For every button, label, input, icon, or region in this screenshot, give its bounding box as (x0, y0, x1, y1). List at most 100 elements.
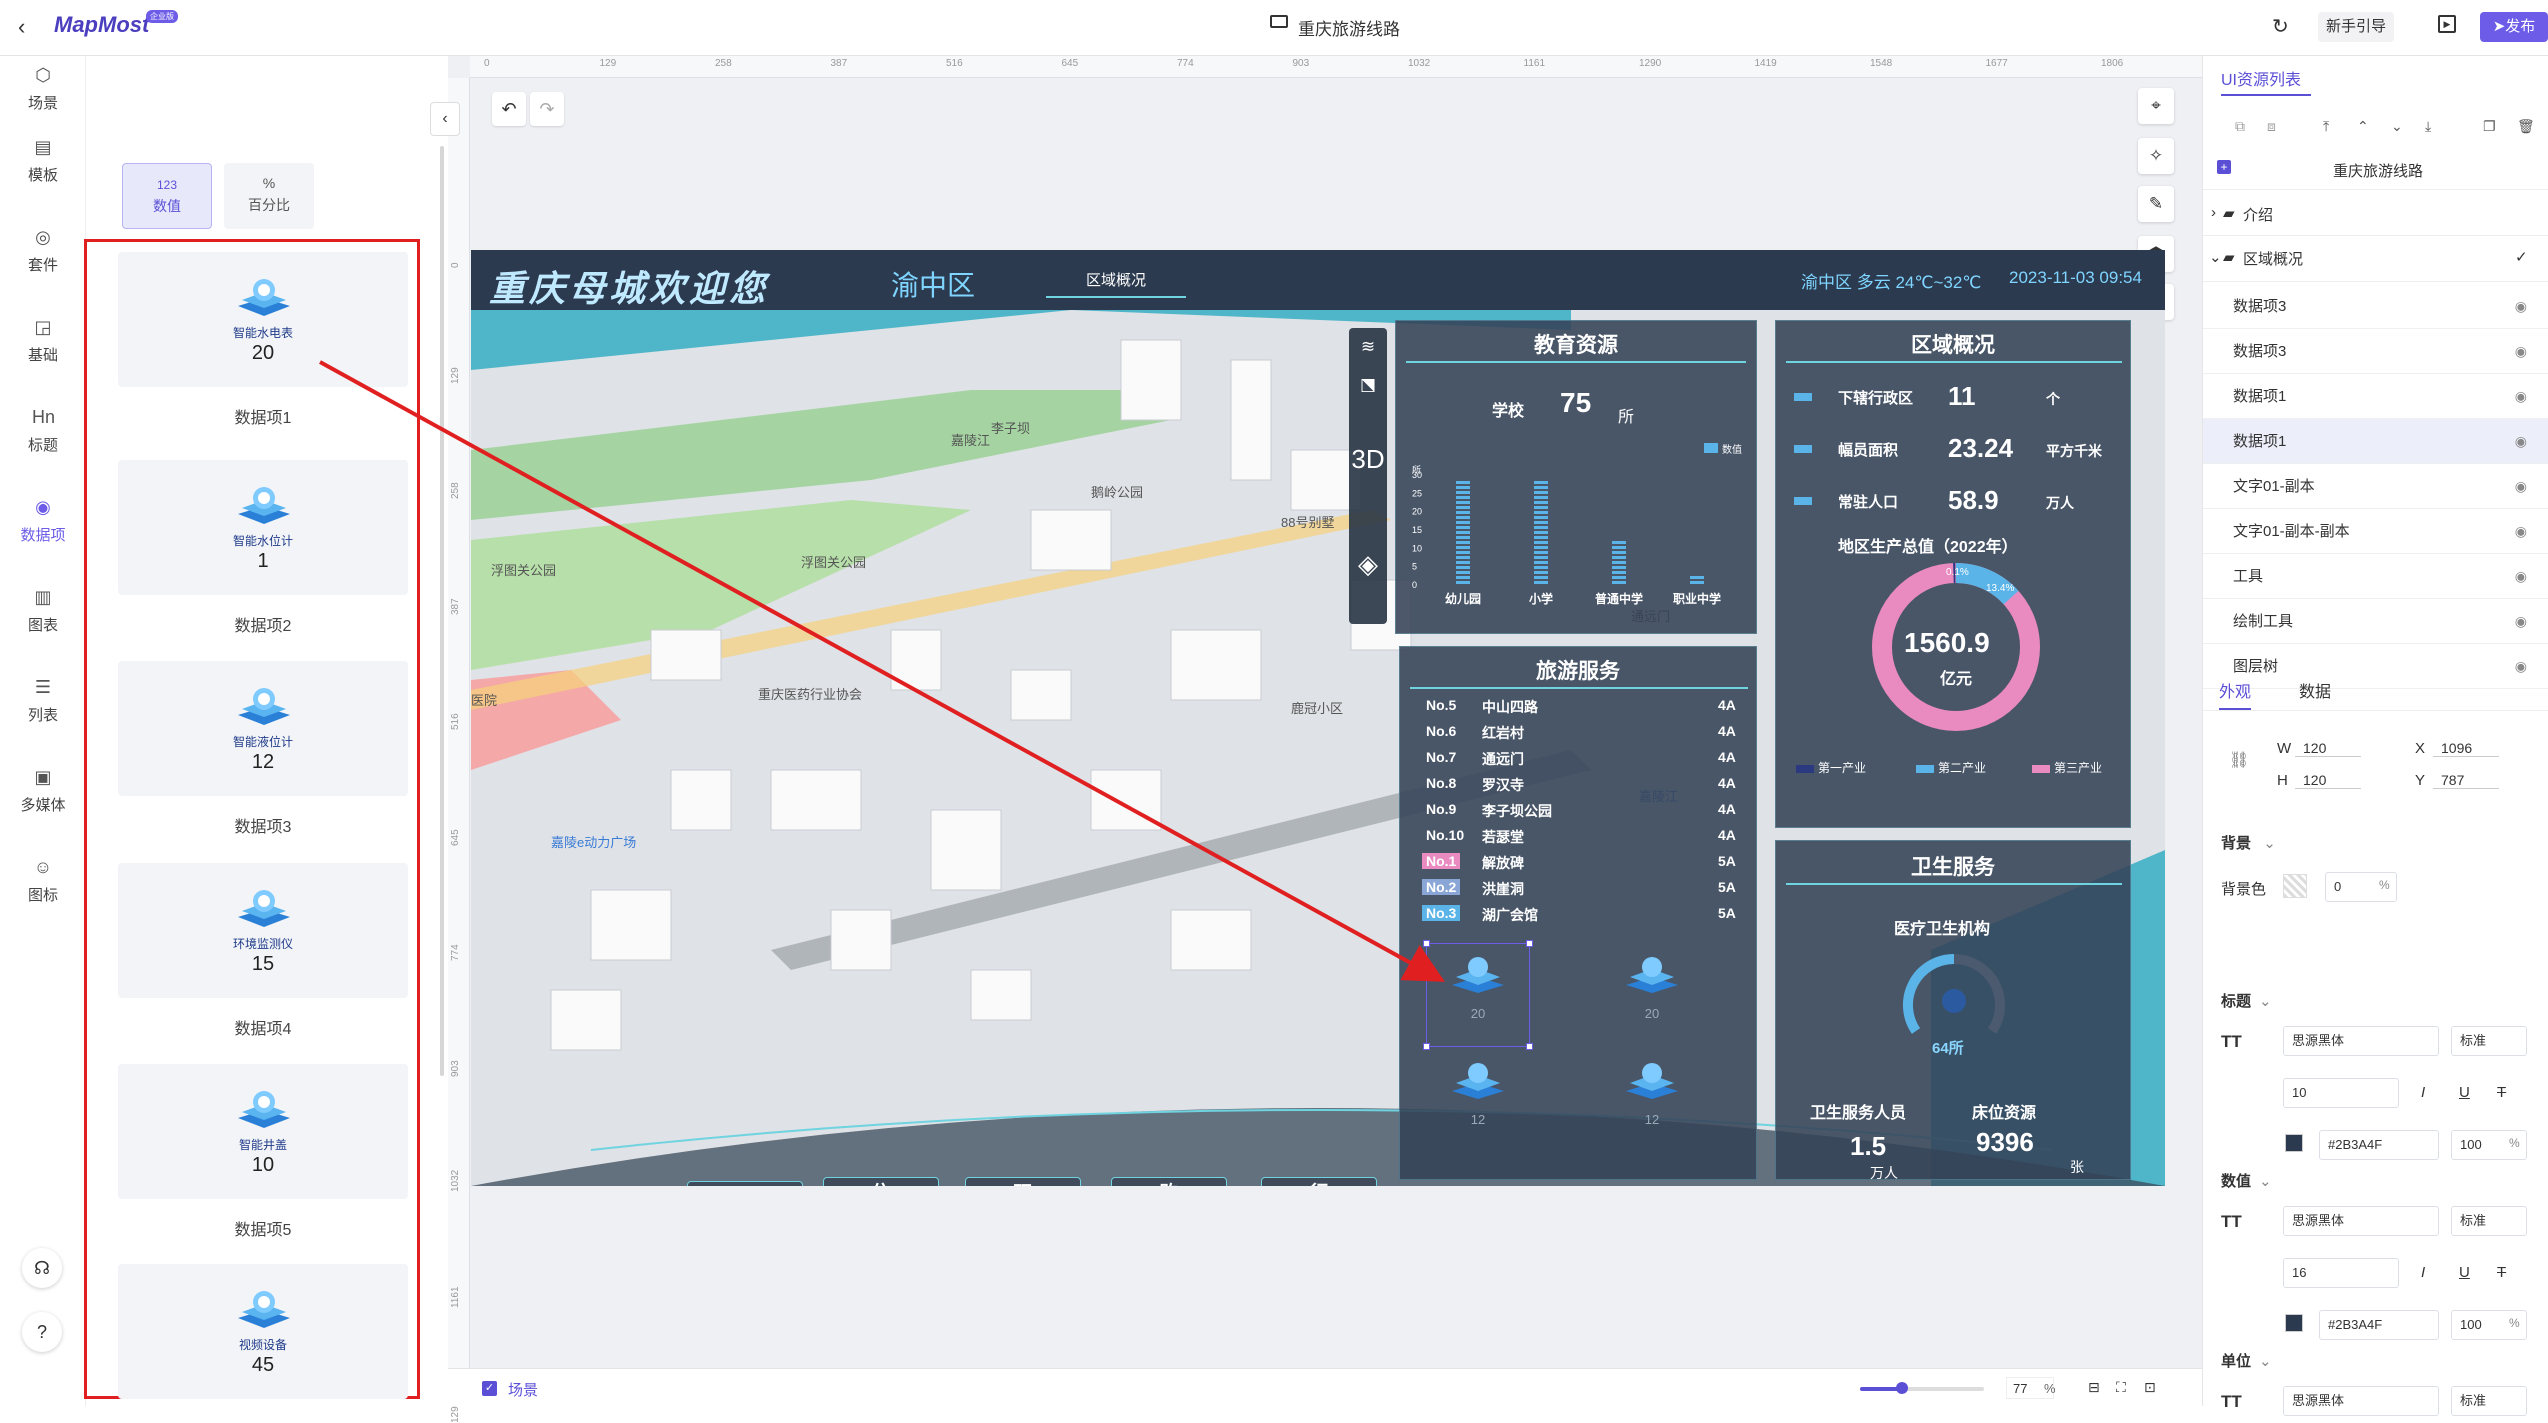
scene-checkbox[interactable]: ✓ (482, 1381, 497, 1396)
fit-screen-icon[interactable]: ⛶ (2116, 1379, 2126, 1396)
help-icon[interactable]: ? (22, 1312, 62, 1352)
color-hex-input[interactable]: #2B3A4F (2319, 1130, 2439, 1160)
publish-button[interactable]: ➤发布 (2480, 12, 2548, 42)
eye-icon[interactable]: ◉ (2515, 599, 2527, 644)
eye-icon[interactable]: ◉ (2515, 419, 2527, 464)
nav-item-title[interactable]: Hn 标题 (0, 406, 86, 455)
eye-icon[interactable]: ◉ (2515, 329, 2527, 374)
layer-item[interactable]: 数据项3 ◉ (2203, 329, 2548, 374)
color-hex-input[interactable]: #2B3A4F (2319, 1310, 2439, 1340)
section-header[interactable]: 标题 ⌄ (2221, 990, 2272, 1011)
folder-area[interactable]: ⌄ ▰ 区域概况 ✓ (2203, 236, 2548, 282)
underline-icon[interactable]: U (2459, 1264, 2470, 1281)
italic-icon[interactable]: I (2421, 1264, 2425, 1281)
data-item-card[interactable]: 环境监测仪 15 (118, 863, 408, 998)
tab-appearance[interactable]: 外观 (2219, 678, 2252, 710)
tour-device-icon[interactable]: 12 (1622, 1059, 1682, 1139)
strikethrough-icon[interactable]: T (2497, 1084, 2506, 1101)
type-tab-percent[interactable]: % 百分比 (224, 163, 314, 229)
data-item-card[interactable]: 智能水位计 1 (118, 460, 408, 595)
layer-item[interactable]: 数据项1 ◉ (2203, 419, 2548, 464)
compass-icon[interactable]: ◈ (1349, 514, 1387, 614)
x-input[interactable]: 1096 (2433, 740, 2499, 757)
layers-icon[interactable]: ≋ (1349, 328, 1387, 366)
move-bottom-icon[interactable]: ⤓ (2425, 118, 2431, 135)
weight-select[interactable]: 标准 (2451, 1206, 2527, 1236)
layer-item[interactable]: 图层树 ◉ (2203, 644, 2548, 689)
layer-item[interactable]: 文字01-副本 ◉ (2203, 464, 2548, 509)
menu-button[interactable]: 玩 (965, 1177, 1081, 1186)
font-select[interactable]: 思源黑体 (2283, 1206, 2439, 1236)
layer-item[interactable]: 绘制工具 ◉ (2203, 599, 2548, 644)
font-size-input[interactable]: 10 (2283, 1078, 2399, 1108)
delete-icon[interactable]: 🗑 (2517, 118, 2535, 135)
nav-item-kit[interactable]: ◎ 套件 (0, 226, 86, 275)
move-down-icon[interactable]: ⌄ (2391, 118, 2403, 135)
resize-handle-tl[interactable] (1423, 940, 1430, 947)
font-size-input[interactable]: 16 (2283, 1258, 2399, 1288)
menu-button[interactable]: 吃 (687, 1181, 803, 1186)
data-item-card[interactable]: 视频设备 45 (118, 1264, 408, 1399)
selection-box[interactable] (1423, 940, 1533, 1050)
eye-icon[interactable]: ◉ (2515, 554, 2527, 599)
bg-color-swatch[interactable] (2283, 874, 2307, 898)
section-header[interactable]: 数值 ⌄ (2221, 1170, 2272, 1191)
layer-item[interactable]: 数据项3 ◉ (2203, 284, 2548, 329)
eye-icon[interactable]: ◉ (2515, 509, 2527, 554)
layer-item[interactable]: 工具 ◉ (2203, 554, 2548, 599)
data-item-card[interactable]: 智能井盖 10 (118, 1064, 408, 1199)
weight-select[interactable]: 标准 (2451, 1386, 2527, 1416)
section-header[interactable]: 单位 ⌄ (2221, 1350, 2272, 1371)
panel-scrollbar[interactable] (440, 146, 444, 1076)
underline-icon[interactable]: U (2459, 1084, 2470, 1101)
preview-icon[interactable]: ▶ (2438, 15, 2456, 33)
nav-item-chart[interactable]: ▥ 图表 (0, 586, 86, 635)
nav-item-template[interactable]: ▤ 模板 (0, 136, 86, 185)
y-input[interactable]: 787 (2433, 772, 2499, 789)
back-icon[interactable]: ‹ (18, 14, 25, 40)
color-swatch[interactable] (2285, 1314, 2303, 1332)
h-input[interactable]: 120 (2295, 772, 2361, 789)
layer-item[interactable]: 文字01-副本-副本 ◉ (2203, 509, 2548, 554)
resize-handle-br[interactable] (1526, 1043, 1533, 1050)
locate-icon[interactable]: ⌖ (2138, 88, 2174, 124)
tour-device-icon[interactable]: 20 (1622, 953, 1682, 1033)
menu-button[interactable]: 行 (1261, 1177, 1377, 1186)
zoom-slider-handle[interactable] (1896, 1382, 1908, 1394)
eye-icon[interactable]: ◉ (2515, 374, 2527, 419)
italic-icon[interactable]: I (2421, 1084, 2425, 1101)
nav-item-data[interactable]: ◉ 数据项 (0, 496, 86, 545)
menu-button[interactable]: 购 (1111, 1177, 1227, 1186)
weight-select[interactable]: 标准 (2451, 1026, 2527, 1056)
undo-button[interactable]: ↶ (492, 92, 526, 126)
strikethrough-icon[interactable]: T (2497, 1264, 2506, 1281)
root-node[interactable]: + 重庆旅游线路 (2203, 148, 2548, 190)
color-swatch[interactable] (2285, 1134, 2303, 1152)
zoom-slider[interactable] (1860, 1382, 1984, 1394)
link-icon[interactable]: ⛓ (2229, 750, 2249, 770)
menu-button[interactable]: 住 (823, 1177, 939, 1186)
3d-toggle[interactable]: 3D (1349, 404, 1387, 514)
ruler-tool-icon[interactable]: ✎ (2138, 186, 2174, 222)
magic-wand-icon[interactable]: ✧ (2138, 138, 2174, 174)
eye-icon[interactable]: ◉ (2515, 464, 2527, 509)
ungroup-icon[interactable]: ⧈ (2267, 118, 2276, 135)
type-tab-number[interactable]: 123 数值 (122, 163, 212, 229)
guide-button[interactable]: 新手引导 (2318, 12, 2394, 42)
fit-width-icon[interactable]: ⊟ (2088, 1379, 2100, 1396)
data-item-card[interactable]: 智能水电表 20 (118, 252, 408, 387)
section-bg[interactable]: 背景 ⌄ (2221, 832, 2276, 853)
move-up-icon[interactable]: ⌃ (2357, 118, 2369, 135)
copy-icon[interactable]: ❐ (2483, 118, 2496, 135)
eye-icon[interactable]: ◉ (2515, 644, 2527, 689)
refresh-icon[interactable]: ↻ (2272, 14, 2289, 39)
font-select[interactable]: 思源黑体 (2283, 1026, 2439, 1056)
collapse-panel-button[interactable]: ‹ (430, 102, 460, 136)
nav-item-basic[interactable]: ◲ 基础 (0, 316, 86, 365)
nav-item-media[interactable]: ▣ 多媒体 (0, 766, 86, 815)
tab-area-overview[interactable]: 区域概况 (1046, 266, 1186, 298)
nav-item-list[interactable]: ☰ 列表 (0, 676, 86, 725)
nav-item-icons[interactable]: ☺ 图标 (0, 856, 86, 905)
redo-button[interactable]: ↷ (530, 92, 564, 126)
group-icon[interactable]: ⧉ (2235, 118, 2245, 135)
